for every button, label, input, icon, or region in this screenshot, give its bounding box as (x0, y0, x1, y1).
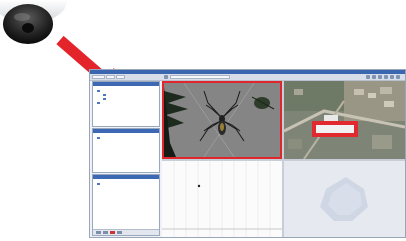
camera-icon (103, 94, 106, 96)
control-button[interactable] (103, 231, 108, 234)
device-tree-panel (92, 81, 160, 127)
toolbar-field[interactable] (170, 75, 230, 79)
spider-feed-image (164, 83, 280, 157)
layout-icon[interactable] (396, 75, 400, 79)
folder-icon (97, 102, 100, 104)
tree-node[interactable] (97, 102, 101, 105)
secondary-panel (92, 128, 160, 173)
layout-icon[interactable] (390, 75, 394, 79)
layout-icon[interactable] (372, 75, 376, 79)
aerial-feed-image (284, 81, 405, 159)
camera-view-spider[interactable] (162, 81, 282, 159)
toolbar (90, 74, 405, 81)
tertiary-panel (92, 174, 160, 236)
panel-footer (93, 229, 159, 235)
toolbar-tab-2[interactable] (106, 75, 115, 79)
folder-icon (97, 137, 100, 139)
toolbar-icon[interactable] (164, 75, 168, 79)
control-button[interactable] (117, 231, 122, 234)
layout-icon[interactable] (378, 75, 382, 79)
record-button[interactable] (110, 231, 115, 234)
placeholder-logo (320, 177, 368, 221)
toolbar-tab-1[interactable] (92, 75, 105, 79)
toolbar-tab-3[interactable] (116, 75, 125, 79)
folder-icon (97, 90, 100, 92)
camera-view-empty-1[interactable] (162, 161, 282, 237)
panel-header (93, 129, 159, 133)
layout-icon[interactable] (366, 75, 370, 79)
surveillance-app-window (89, 69, 406, 238)
grid-lines (162, 161, 282, 237)
layout-icon[interactable] (384, 75, 388, 79)
camera-view-empty-2[interactable] (284, 161, 405, 237)
folder-icon (97, 183, 100, 185)
control-button[interactable] (96, 231, 101, 234)
tree-node[interactable] (97, 90, 101, 93)
camera-view-aerial[interactable] (284, 81, 405, 159)
video-grid (162, 81, 405, 237)
camera-icon (103, 98, 106, 100)
tree-node[interactable] (103, 94, 107, 97)
panel-header (93, 82, 159, 86)
list-item[interactable] (97, 183, 101, 186)
left-sidebar (92, 81, 160, 236)
panel-header (93, 175, 159, 179)
tree-node[interactable] (103, 98, 107, 101)
list-item[interactable] (97, 137, 101, 140)
